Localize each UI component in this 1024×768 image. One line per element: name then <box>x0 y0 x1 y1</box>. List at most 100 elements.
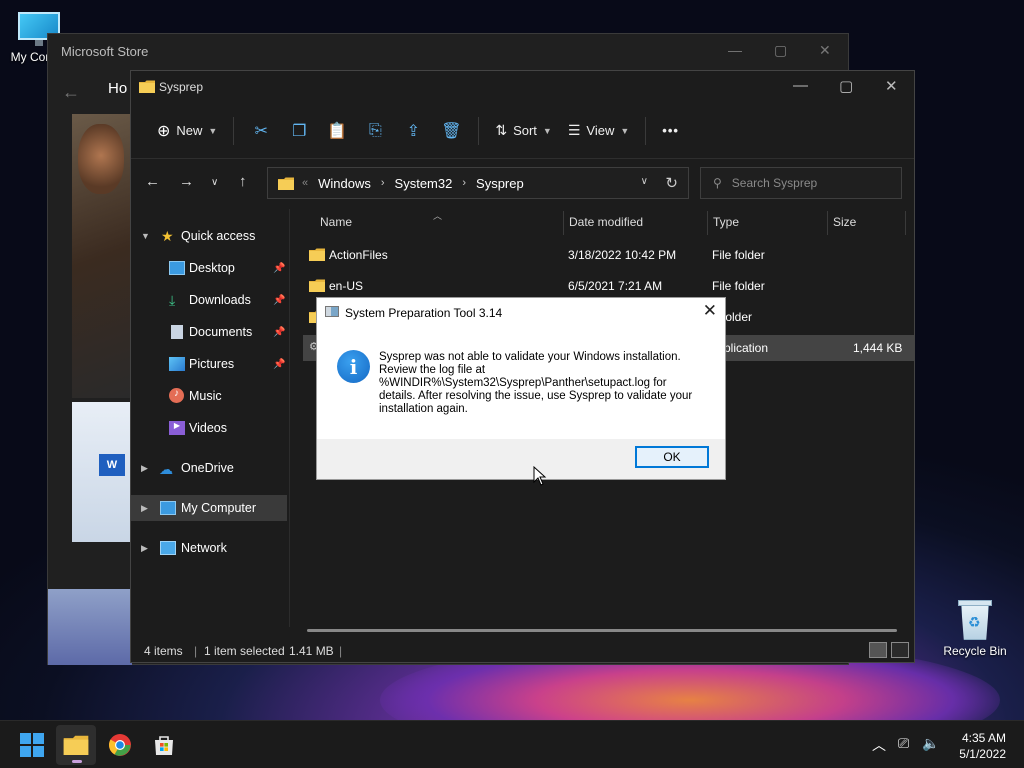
taskbar-file-explorer[interactable] <box>56 725 96 765</box>
taskbar: ︿ ⎚ 🔈 4:35 AM 5/1/2022 <box>0 720 1024 768</box>
store-promo-band <box>48 589 132 665</box>
column-header-date[interactable]: Date modified <box>569 215 643 229</box>
delete-icon[interactable]: 🗑 <box>436 115 466 147</box>
taskbar-chrome[interactable] <box>100 725 140 765</box>
back-arrow-icon[interactable]: ← <box>62 82 80 103</box>
large-icons-view-icon[interactable] <box>891 642 909 658</box>
chevron-down-icon[interactable]: ▼ <box>141 231 150 241</box>
nav-item-music[interactable]: ♪ Music <box>131 383 287 409</box>
nav-item-desktop[interactable]: Desktop 📌 <box>131 255 287 281</box>
active-indicator <box>72 760 82 763</box>
chevron-right-icon[interactable]: ▶ <box>141 543 148 554</box>
up-arrow-icon[interactable]: ↑ <box>239 173 247 190</box>
horizontal-scrollbar[interactable] <box>307 629 897 632</box>
share-icon[interactable]: ⇪ <box>398 115 428 147</box>
file-type: plication <box>724 341 769 355</box>
back-arrow-icon[interactable]: ← <box>145 173 160 190</box>
nav-quick-access[interactable]: ▼ ★ Quick access <box>131 223 287 249</box>
ok-button[interactable]: OK <box>635 446 709 468</box>
address-dropdown-icon[interactable]: ∨ <box>641 176 648 187</box>
clock-date: 5/1/2022 <box>959 747 1006 761</box>
volume-icon[interactable]: 🔈 <box>922 735 939 752</box>
column-header-type[interactable]: Type <box>713 215 739 229</box>
refresh-icon[interactable]: ↻ <box>665 174 678 192</box>
minimize-icon[interactable]: — <box>728 42 742 58</box>
new-button[interactable]: ⊕ New ▼ <box>149 115 225 147</box>
nav-item-documents[interactable]: Documents 📌 <box>131 319 287 345</box>
pin-icon[interactable]: 📌 <box>273 359 285 370</box>
breadcrumb-sysprep[interactable]: Sysprep <box>476 176 524 191</box>
breadcrumb-chevron-icon[interactable]: › <box>381 177 385 189</box>
pin-icon[interactable]: 📌 <box>273 263 285 274</box>
system-clock[interactable]: 4:35 AM 5/1/2022 <box>959 730 1006 762</box>
search-input[interactable] <box>731 176 882 190</box>
nav-network[interactable]: ▶ Network <box>131 535 287 561</box>
column-header-size[interactable]: Size <box>833 215 856 229</box>
close-icon[interactable]: ✕ <box>885 77 898 95</box>
copy-icon[interactable]: ❐ <box>284 115 314 147</box>
chevron-right-icon[interactable]: ▶ <box>141 503 148 514</box>
file-row[interactable]: ActionFiles 3/18/2022 10:42 PM File fold… <box>303 242 915 268</box>
maximize-icon[interactable]: ▢ <box>774 42 787 59</box>
column-divider[interactable] <box>827 211 828 235</box>
file-row[interactable]: en-US 6/5/2021 7:21 AM File folder <box>303 273 915 299</box>
file-name: en-US <box>329 279 364 293</box>
chevron-right-icon[interactable]: ▶ <box>141 463 148 474</box>
close-icon[interactable]: ✕ <box>703 301 717 321</box>
sysprep-error-dialog[interactable]: System Preparation Tool 3.14 ✕ i Sysprep… <box>316 297 726 480</box>
more-options-button[interactable]: ••• <box>654 115 687 147</box>
pin-icon[interactable]: 📌 <box>273 327 285 338</box>
nav-label: Quick access <box>181 229 256 243</box>
minimize-icon[interactable]: — <box>793 77 808 94</box>
dialog-titlebar[interactable]: System Preparation Tool 3.14 ✕ <box>317 298 725 326</box>
network-status-icon[interactable]: ⎚ <box>898 735 909 752</box>
column-divider[interactable] <box>707 211 708 235</box>
desktop-icon-recycle-bin[interactable]: ♻ Recycle Bin <box>938 598 1012 658</box>
status-selected: 1 item selected <box>204 644 285 658</box>
forward-arrow-icon[interactable]: → <box>179 173 194 190</box>
nav-item-downloads[interactable]: ⤓ Downloads 📌 <box>131 287 287 313</box>
breadcrumb-overflow[interactable]: « <box>302 177 308 189</box>
column-header-name[interactable]: Name <box>320 215 352 229</box>
close-icon[interactable]: ✕ <box>819 42 831 59</box>
command-bar: ⊕ New ▼ ✂ ❐ 📋 ⎘ ⇪ 🗑 ⇅ Sort ▼ ☰ View ▼ ••… <box>131 103 914 159</box>
desktop-icon <box>169 261 185 275</box>
recent-locations-chevron-icon[interactable]: ∨ <box>211 177 218 188</box>
sort-button[interactable]: ⇅ Sort ▼ <box>487 115 560 147</box>
clock-time: 4:35 AM <box>961 731 1006 745</box>
details-view-icon[interactable] <box>869 642 887 658</box>
start-button[interactable] <box>12 725 52 765</box>
nav-my-computer[interactable]: ▶ My Computer <box>131 495 287 521</box>
pane-divider[interactable] <box>289 209 290 627</box>
column-divider[interactable] <box>905 211 906 235</box>
taskbar-microsoft-store[interactable] <box>144 725 184 765</box>
dialog-message: Sysprep was not able to validate your Wi… <box>379 351 693 415</box>
search-box[interactable]: ⚲ <box>700 167 902 199</box>
status-bar: 4 items | 1 item selected 1.41 MB | <box>131 639 914 663</box>
music-icon: ♪ <box>169 388 184 403</box>
breadcrumb-chevron-icon[interactable]: › <box>462 177 466 189</box>
paste-icon[interactable]: 📋 <box>322 115 352 147</box>
windows-logo-icon <box>20 733 44 757</box>
maximize-icon[interactable]: ▢ <box>839 77 853 95</box>
view-button[interactable]: ☰ View ▼ <box>560 115 637 147</box>
cloud-icon: ☁ <box>159 461 173 477</box>
breadcrumb-windows[interactable]: Windows <box>318 176 371 191</box>
column-divider[interactable] <box>563 211 564 235</box>
breadcrumb-system32[interactable]: System32 <box>395 176 453 191</box>
nav-label: My Computer <box>181 501 257 515</box>
cut-icon[interactable]: ✂ <box>246 115 276 147</box>
explorer-titlebar[interactable]: Sysprep — ▢ ✕ <box>131 71 914 103</box>
nav-onedrive[interactable]: ▶ ☁ OneDrive <box>131 455 287 481</box>
rename-icon[interactable]: ⎘ <box>360 115 390 147</box>
store-home-tab[interactable]: Ho <box>108 80 127 97</box>
chevron-down-icon: ▼ <box>542 125 552 136</box>
nav-item-pictures[interactable]: Pictures 📌 <box>131 351 287 377</box>
mouse-pointer-icon <box>533 466 547 486</box>
recycle-bin-icon: ♻ <box>958 598 992 640</box>
search-icon: ⚲ <box>713 176 722 190</box>
nav-item-videos[interactable]: ▶ Videos <box>131 415 287 441</box>
show-hidden-icons-chevron-icon[interactable]: ︿ <box>872 735 886 755</box>
pin-icon[interactable]: 📌 <box>273 295 285 306</box>
address-bar[interactable]: « Windows › System32 › Sysprep ∨ ↻ <box>267 167 689 199</box>
